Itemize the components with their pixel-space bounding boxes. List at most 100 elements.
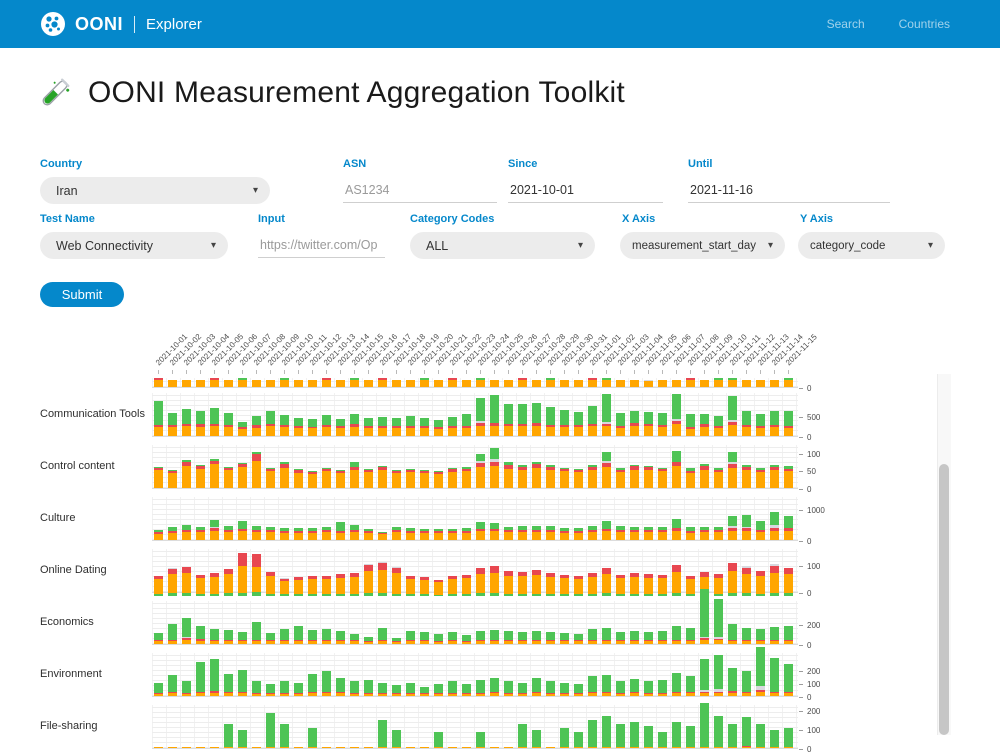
stacked-bar-2021-11-10[interactable] [714,599,723,644]
stacked-bar-2021-10-30[interactable] [560,410,569,436]
stacked-bar-2021-10-14[interactable] [336,522,345,540]
stacked-bar-2021-10-22[interactable] [448,378,457,387]
since-input[interactable] [508,178,663,203]
stacked-bar-2021-10-02[interactable] [168,747,177,748]
stacked-bar-2021-10-20[interactable] [420,632,429,644]
stacked-bar-2021-10-06[interactable] [224,674,233,696]
stacked-bar-2021-10-18[interactable] [392,567,401,596]
stacked-bar-2021-10-08[interactable] [252,622,261,644]
stacked-bar-2021-11-14[interactable] [770,411,779,436]
stacked-bar-2021-10-06[interactable] [224,413,233,436]
stacked-bar-2021-11-13[interactable] [756,380,765,387]
stacked-bar-2021-10-31[interactable] [574,732,583,748]
stacked-bar-2021-10-04[interactable] [196,411,205,436]
stacked-bar-2021-10-13[interactable] [322,378,331,387]
stacked-bar-2021-10-12[interactable] [308,528,317,540]
stacked-bar-2021-11-05[interactable] [644,466,653,488]
stacked-bar-2021-10-17[interactable] [378,466,387,488]
stacked-bar-2021-10-07[interactable] [238,521,247,540]
stacked-bar-2021-10-18[interactable] [392,638,401,644]
stacked-bar-2021-10-16[interactable] [364,418,373,436]
stacked-bar-2021-11-15[interactable] [784,516,793,540]
stacked-bar-2021-10-23[interactable] [462,747,471,748]
stacked-bar-2021-10-26[interactable] [504,527,513,540]
stacked-bar-2021-11-06[interactable] [658,527,667,540]
stacked-bar-2021-11-01[interactable] [588,465,597,488]
stacked-bar-2021-11-03[interactable] [616,526,625,540]
stacked-bar-2021-10-22[interactable] [448,468,457,488]
stacked-bar-2021-10-02[interactable] [168,413,177,436]
stacked-bar-2021-10-22[interactable] [448,417,457,436]
stacked-bar-2021-10-29[interactable] [546,632,555,644]
stacked-bar-2021-11-07[interactable] [672,451,681,488]
stacked-bar-2021-10-23[interactable] [462,635,471,644]
stacked-bar-2021-10-12[interactable] [308,630,317,644]
stacked-bar-2021-11-02[interactable] [602,452,611,488]
stacked-bar-2021-11-05[interactable] [644,632,653,644]
stacked-bar-2021-11-13[interactable] [756,629,765,644]
stacked-bar-2021-11-13[interactable] [756,647,765,696]
stacked-bar-2021-10-17[interactable] [378,720,387,748]
stacked-bar-2021-11-08[interactable] [686,676,695,696]
stacked-bar-2021-11-06[interactable] [658,680,667,696]
stacked-bar-2021-10-12[interactable] [308,471,317,488]
stacked-bar-2021-10-08[interactable] [252,747,261,748]
stacked-bar-2021-11-01[interactable] [588,676,597,696]
stacked-bar-2021-10-22[interactable] [448,576,457,596]
asn-input[interactable] [343,178,497,203]
stacked-bar-2021-11-01[interactable] [588,573,597,596]
stacked-bar-2021-10-27[interactable] [518,465,527,488]
stacked-bar-2021-10-29[interactable] [546,465,555,488]
stacked-bar-2021-10-27[interactable] [518,632,527,644]
stacked-bar-2021-10-01[interactable] [154,747,163,748]
stacked-bar-2021-10-01[interactable] [154,467,163,488]
stacked-bar-2021-10-01[interactable] [154,683,163,696]
stacked-bar-2021-11-10[interactable] [714,527,723,540]
stacked-bar-2021-10-21[interactable] [434,529,443,540]
stacked-bar-2021-10-28[interactable] [532,380,541,387]
stacked-bar-2021-11-13[interactable] [756,521,765,540]
stacked-bar-2021-10-18[interactable] [392,470,401,488]
stacked-bar-2021-11-14[interactable] [770,730,779,748]
stacked-bar-2021-10-07[interactable] [238,463,247,488]
stacked-bar-2021-11-15[interactable] [784,664,793,696]
stacked-bar-2021-10-16[interactable] [364,747,373,748]
stacked-bar-2021-10-09[interactable] [266,684,275,696]
stacked-bar-2021-11-07[interactable] [672,565,681,596]
stacked-bar-2021-10-09[interactable] [266,411,275,436]
stacked-bar-2021-11-13[interactable] [756,414,765,436]
stacked-bar-2021-10-10[interactable] [280,415,289,436]
stacked-bar-2021-10-14[interactable] [336,631,345,644]
stacked-bar-2021-11-10[interactable] [714,378,723,387]
stacked-bar-2021-11-02[interactable] [602,675,611,696]
stacked-bar-2021-10-07[interactable] [238,670,247,696]
stacked-bar-2021-10-15[interactable] [350,414,359,436]
stacked-bar-2021-11-03[interactable] [616,468,625,488]
stacked-bar-2021-10-04[interactable] [196,626,205,644]
stacked-bar-2021-10-17[interactable] [378,683,387,696]
stacked-bar-2021-11-06[interactable] [658,631,667,644]
stacked-bar-2021-10-23[interactable] [462,528,471,540]
stacked-bar-2021-10-09[interactable] [266,713,275,748]
stacked-bar-2021-10-06[interactable] [224,380,233,387]
stacked-bar-2021-10-10[interactable] [280,681,289,696]
stacked-bar-2021-10-04[interactable] [196,747,205,748]
stacked-bar-2021-11-11[interactable] [728,668,737,696]
stacked-bar-2021-10-15[interactable] [350,747,359,748]
stacked-bar-2021-11-15[interactable] [784,626,793,644]
stacked-bar-2021-10-28[interactable] [532,403,541,436]
stacked-bar-2021-11-05[interactable] [644,380,653,387]
stacked-bar-2021-11-02[interactable] [602,394,611,436]
stacked-bar-2021-10-23[interactable] [462,684,471,696]
stacked-bar-2021-10-21[interactable] [434,471,443,488]
stacked-bar-2021-10-13[interactable] [322,468,331,488]
category-codes-select[interactable]: ALL ▾ [410,232,595,259]
stacked-bar-2021-11-06[interactable] [658,732,667,748]
stacked-bar-2021-10-16[interactable] [364,380,373,387]
stacked-bar-2021-10-05[interactable] [210,629,219,644]
stacked-bar-2021-10-30[interactable] [560,380,569,387]
stacked-bar-2021-10-20[interactable] [420,687,429,696]
stacked-bar-2021-11-09[interactable] [700,414,709,436]
stacked-bar-2021-10-13[interactable] [322,415,331,436]
stacked-bar-2021-10-01[interactable] [154,576,163,596]
